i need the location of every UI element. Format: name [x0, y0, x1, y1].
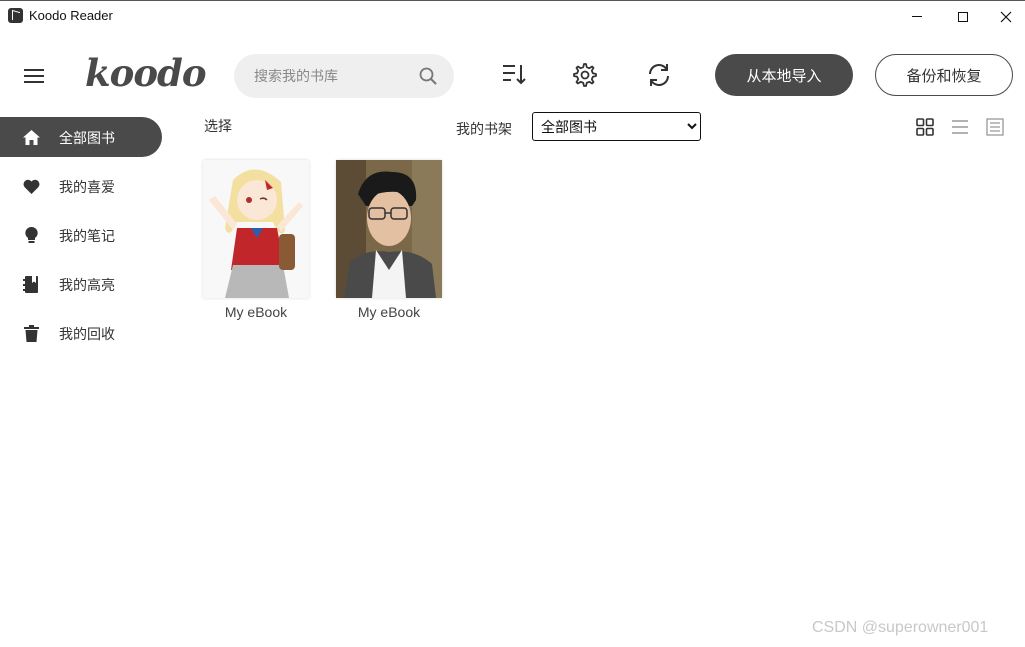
- maximize-button[interactable]: [940, 1, 986, 32]
- watermark: CSDN @superowner001: [812, 619, 989, 636]
- sidebar-item-label: 我的喜爱: [59, 179, 115, 195]
- book-title: My eBook: [357, 304, 421, 320]
- notebook-icon: [23, 276, 38, 293]
- list-view-icon[interactable]: [951, 118, 969, 136]
- book-card[interactable]: My eBook: [203, 160, 309, 320]
- home-icon: [23, 130, 40, 145]
- import-local-button[interactable]: 从本地导入: [715, 54, 853, 96]
- sidebar-item-trash[interactable]: 我的回收: [0, 313, 162, 353]
- shelf-select[interactable]: 全部图书: [532, 112, 701, 141]
- sidebar-item-highlights[interactable]: 我的高亮: [0, 264, 162, 304]
- maximize-icon: [958, 11, 968, 22]
- sidebar-item-favorites[interactable]: 我的喜爱: [0, 166, 162, 206]
- sidebar-item-notes[interactable]: 我的笔记: [0, 215, 162, 255]
- sort-icon[interactable]: [500, 61, 528, 89]
- search-box: [234, 54, 454, 98]
- book-cover-image: [203, 160, 309, 298]
- book-cover[interactable]: [336, 160, 442, 298]
- shelf-label: 我的书架: [456, 121, 512, 137]
- sidebar-item-label: 我的回收: [59, 326, 115, 342]
- backup-restore-button[interactable]: 备份和恢复: [875, 54, 1013, 96]
- sidebar: 全部图书 我的喜爱 我的笔记 我的高亮 我的回收: [0, 116, 170, 647]
- lightbulb-icon: [25, 226, 38, 243]
- sidebar-item-label: 我的笔记: [59, 228, 115, 244]
- book-card[interactable]: My eBook: [336, 160, 442, 320]
- gear-icon[interactable]: [570, 61, 598, 89]
- app-logo: koodo: [85, 51, 207, 95]
- trash-icon: [24, 325, 39, 342]
- search-input[interactable]: [234, 54, 414, 98]
- sidebar-item-all-books[interactable]: 全部图书: [0, 117, 162, 157]
- heart-icon: [23, 179, 40, 194]
- book-title: My eBook: [224, 304, 288, 320]
- app-header: koodo 从本地导入 备份和恢复: [0, 31, 1025, 116]
- sidebar-item-label: 我的高亮: [59, 277, 115, 293]
- book-cover[interactable]: [203, 160, 309, 298]
- sidebar-item-label: 全部图书: [59, 130, 115, 146]
- minimize-icon: [912, 16, 922, 17]
- search-icon[interactable]: [419, 67, 437, 85]
- minimize-button[interactable]: [894, 1, 940, 32]
- app-logo-icon: [8, 8, 23, 23]
- window-title: Koodo Reader: [29, 8, 113, 23]
- close-button[interactable]: [986, 1, 1025, 32]
- close-icon: [1000, 11, 1011, 22]
- book-cover-image: [336, 160, 442, 298]
- select-mode-link[interactable]: 选择: [204, 116, 232, 136]
- sync-icon[interactable]: [645, 61, 673, 89]
- card-list-view-icon[interactable]: [986, 118, 1004, 136]
- title-bar: Koodo Reader: [0, 0, 1025, 31]
- grid-view-icon[interactable]: [916, 118, 934, 136]
- menu-icon[interactable]: [24, 67, 44, 85]
